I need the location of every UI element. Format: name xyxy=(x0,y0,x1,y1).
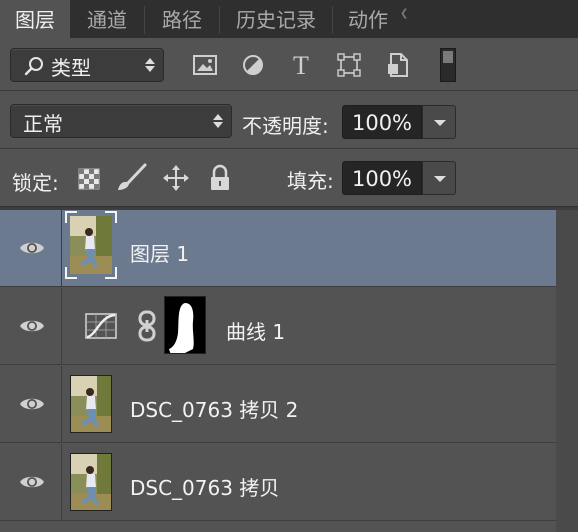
layer-name[interactable]: DSC_0763 拷贝 xyxy=(130,472,279,501)
eye-icon xyxy=(19,239,45,257)
layer-name[interactable]: 图层 1 xyxy=(130,238,189,267)
tab-layers[interactable]: 图层 xyxy=(0,0,70,38)
fill-label: 填充: xyxy=(287,169,334,193)
fill-dropdown-button[interactable] xyxy=(422,161,456,195)
layers-scrollbar[interactable] xyxy=(556,210,578,532)
type-filter-icon[interactable]: T xyxy=(289,52,313,78)
eye-icon xyxy=(19,317,45,335)
tab-channels[interactable]: 通道 xyxy=(70,0,144,38)
blend-mode-value: 正常 xyxy=(23,112,63,136)
tab-actions[interactable]: 动作 xyxy=(333,0,403,38)
divider xyxy=(0,90,578,91)
fill-input[interactable]: 100% xyxy=(342,161,422,195)
layer-row[interactable]: 曲线 1 xyxy=(0,288,556,365)
eye-icon xyxy=(19,395,45,413)
chain-link-icon[interactable] xyxy=(136,310,158,342)
tab-history[interactable]: 历史记录 xyxy=(220,0,332,38)
lock-image-pixels-icon[interactable] xyxy=(114,163,148,193)
layer-row[interactable]: DSC_0763 拷贝 2 xyxy=(0,366,556,443)
selection-corners-icon xyxy=(65,211,117,279)
layer-name[interactable]: 曲线 1 xyxy=(226,316,285,345)
lock-transparent-pixels-icon[interactable] xyxy=(78,168,100,190)
adjustment-filter-icon[interactable] xyxy=(241,53,265,77)
opacity-label: 不透明度: xyxy=(242,114,329,138)
layer-name[interactable]: DSC_0763 拷贝 2 xyxy=(130,394,298,423)
layer-row[interactable]: DSC_0763 拷贝 xyxy=(0,444,556,521)
lock-all-icon[interactable] xyxy=(208,164,232,192)
visibility-toggle[interactable] xyxy=(0,288,62,364)
layers-list: 图层 1 曲线 1 DSC_0763 拷贝 2 DSC_0763 拷贝 xyxy=(0,210,578,532)
layer-thumbnail xyxy=(70,453,112,511)
opacity-dropdown-button[interactable] xyxy=(422,105,456,139)
lock-position-icon[interactable] xyxy=(162,164,190,192)
visibility-toggle[interactable] xyxy=(0,366,62,442)
layer-mask-thumbnail[interactable] xyxy=(164,296,206,354)
eye-icon xyxy=(19,473,45,491)
lock-label: 锁定: xyxy=(12,171,59,195)
select-arrows-icon xyxy=(213,112,223,130)
filter-toggle-icon[interactable] xyxy=(440,48,456,82)
opacity-input[interactable]: 100% xyxy=(342,105,422,139)
tab-paths[interactable]: 路径 xyxy=(145,0,219,38)
visibility-toggle[interactable] xyxy=(0,210,62,286)
visibility-toggle[interactable] xyxy=(0,444,62,520)
blend-mode-select[interactable]: 正常 xyxy=(10,104,232,138)
tab-overflow-icon[interactable]: ❮ xyxy=(400,8,408,19)
svg-text:T: T xyxy=(293,52,309,78)
panel-tab-bar: 图层 通道 路径 历史记录 动作 ❮ xyxy=(0,0,578,38)
shape-filter-icon[interactable] xyxy=(336,53,362,77)
smart-object-filter-icon[interactable] xyxy=(386,51,410,79)
divider xyxy=(0,148,578,149)
search-icon xyxy=(24,57,43,76)
mask-silhouette-image xyxy=(169,303,194,353)
select-arrows-icon xyxy=(145,56,155,74)
filter-kind-label: 类型 xyxy=(51,56,91,80)
layer-thumbnail xyxy=(65,211,117,279)
layer-thumbnail xyxy=(70,375,112,433)
photo-thumbnail-image xyxy=(71,454,112,511)
layer-filter-kind-select[interactable]: 类型 xyxy=(10,48,164,82)
image-filter-icon[interactable] xyxy=(192,53,218,77)
layer-row[interactable]: 图层 1 xyxy=(0,210,556,287)
photo-thumbnail-image xyxy=(71,376,112,433)
curves-adjustment-icon xyxy=(85,313,117,339)
